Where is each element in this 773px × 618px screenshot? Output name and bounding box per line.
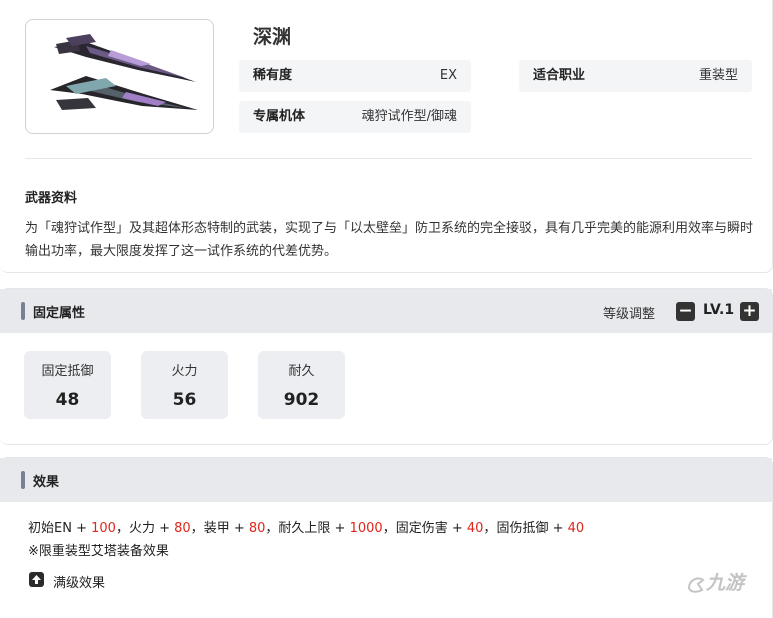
effect-header: 效果 — [0, 458, 772, 502]
stat-name: 固定抵御 — [41, 364, 94, 379]
separator: ， — [483, 521, 497, 536]
weapon-description: 为「魂狩试作型」及其超体形态特制的武装，实现了与「以太壁垒」防卫系统的完全接驳，… — [25, 221, 754, 259]
stat-value: 48 — [55, 390, 80, 410]
weapon-lance-icon — [50, 34, 198, 110]
weapon-name: 深渊 — [253, 26, 292, 48]
fixed-stats-title: 固定属性 — [33, 306, 86, 321]
effect-note: ※限重装型艾塔装备效果 — [28, 544, 169, 559]
weapon-info-title: 武器资料 — [25, 191, 78, 206]
watermark-logo: 九游 — [686, 568, 744, 595]
effect-card: 效果 初始EN + 100，火力 + 80，装甲 + 80，耐久上限 + 100… — [0, 457, 773, 618]
effect-value: 40 — [567, 521, 585, 536]
logo-icon — [687, 576, 705, 593]
effect-label: 固伤抵御 + — [496, 521, 568, 536]
section-accent-bar — [21, 302, 25, 320]
separator: ， — [382, 521, 396, 536]
separator: ， — [265, 521, 279, 536]
section-accent-bar — [21, 471, 25, 489]
stat-fixed-defense: 固定抵御 48 — [24, 351, 111, 419]
watermark-text: 九游 — [706, 572, 745, 594]
effect-value: 80 — [248, 521, 266, 536]
fixed-stats-header: 固定属性 等级调整 − LV.1 + — [0, 289, 772, 333]
level-adjust-label: 等级调整 — [603, 307, 656, 322]
effect-label: 耐久上限 + — [278, 521, 350, 536]
effect-label: 装甲 + — [203, 521, 249, 536]
max-level-effect-label[interactable]: 满级效果 — [53, 572, 105, 591]
class-attribute: 适合职业 重装型 — [519, 60, 752, 92]
stat-value: 902 — [283, 390, 320, 410]
effect-label: 火力 + — [128, 521, 175, 536]
separator: ， — [115, 521, 129, 536]
effect-value: 100 — [91, 521, 116, 536]
plus-icon: + — [742, 301, 757, 321]
minus-icon: − — [678, 301, 693, 321]
max-level-toggle-icon[interactable] — [29, 572, 44, 587]
effect-value: 1000 — [349, 521, 383, 536]
exclusive-unit-value: 魂狩试作型/御魂 — [361, 109, 457, 124]
weapon-image — [25, 19, 214, 134]
effect-label: 固定伤害 + — [395, 521, 467, 536]
stat-name: 火力 — [171, 364, 198, 379]
level-increase-button[interactable]: + — [740, 302, 759, 321]
effect-label: 初始EN + — [28, 521, 92, 536]
exclusive-unit-label: 专属机体 — [253, 109, 306, 124]
level-decrease-button[interactable]: − — [676, 302, 695, 321]
effect-value: 80 — [174, 521, 191, 536]
stat-firepower: 火力 56 — [141, 351, 228, 419]
exclusive-unit-attribute: 专属机体 魂狩试作型/御魂 — [239, 101, 471, 133]
class-label: 适合职业 — [533, 68, 586, 83]
effect-title: 效果 — [33, 475, 60, 490]
stat-name: 耐久 — [288, 364, 315, 379]
weapon-info-card: 深渊 稀有度 EX 适合职业 重装型 专属机体 魂狩试作型/御魂 武器资料 为「… — [0, 0, 773, 273]
divider — [25, 158, 752, 159]
level-value: LV.1 — [703, 302, 735, 318]
rarity-attribute: 稀有度 EX — [239, 60, 471, 92]
stat-durability: 耐久 902 — [258, 351, 345, 419]
separator: ， — [190, 521, 204, 536]
effect-bonus-line: 初始EN + 100，火力 + 80，装甲 + 80，耐久上限 + 1000，固… — [28, 517, 584, 536]
stat-value: 56 — [172, 390, 197, 410]
effect-value: 40 — [466, 521, 484, 536]
fixed-stats-card: 固定属性 等级调整 − LV.1 + 固定抵御 48 火力 56 耐久 902 — [0, 288, 773, 445]
rarity-label: 稀有度 — [253, 68, 293, 83]
rarity-value: EX — [439, 68, 457, 83]
arrow-up-icon — [32, 575, 41, 584]
class-value: 重装型 — [698, 68, 738, 83]
